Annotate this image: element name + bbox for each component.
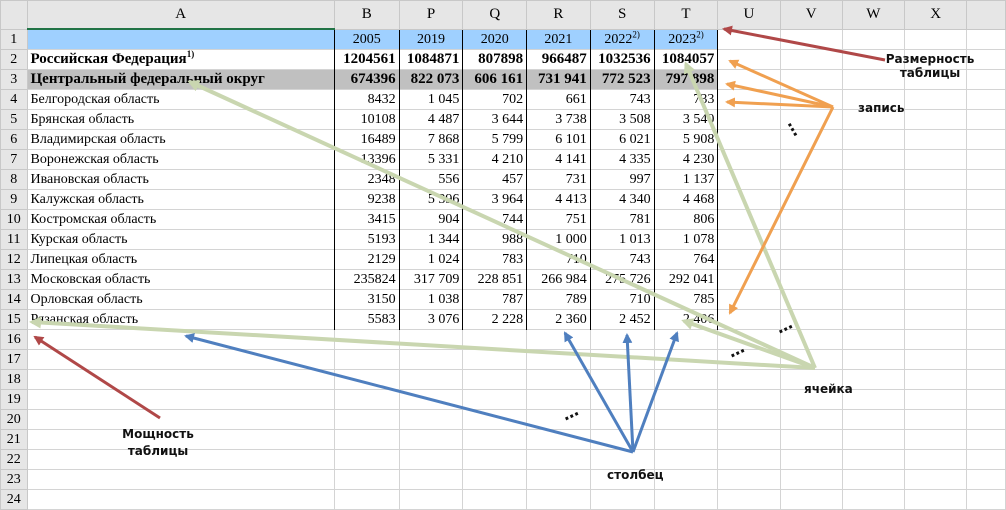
record-arrows: [725, 59, 835, 315]
cell-arrows: [29, 61, 817, 370]
label-column: столбец: [607, 468, 664, 482]
label-dimension: Размерность таблицы: [885, 52, 975, 80]
label-cell: ячейка: [804, 382, 853, 396]
label-cardinality: Мощность таблицы: [122, 427, 194, 458]
size-arrows: [33, 25, 886, 420]
label-record: запись: [858, 101, 905, 115]
column-arrows: [184, 331, 679, 454]
